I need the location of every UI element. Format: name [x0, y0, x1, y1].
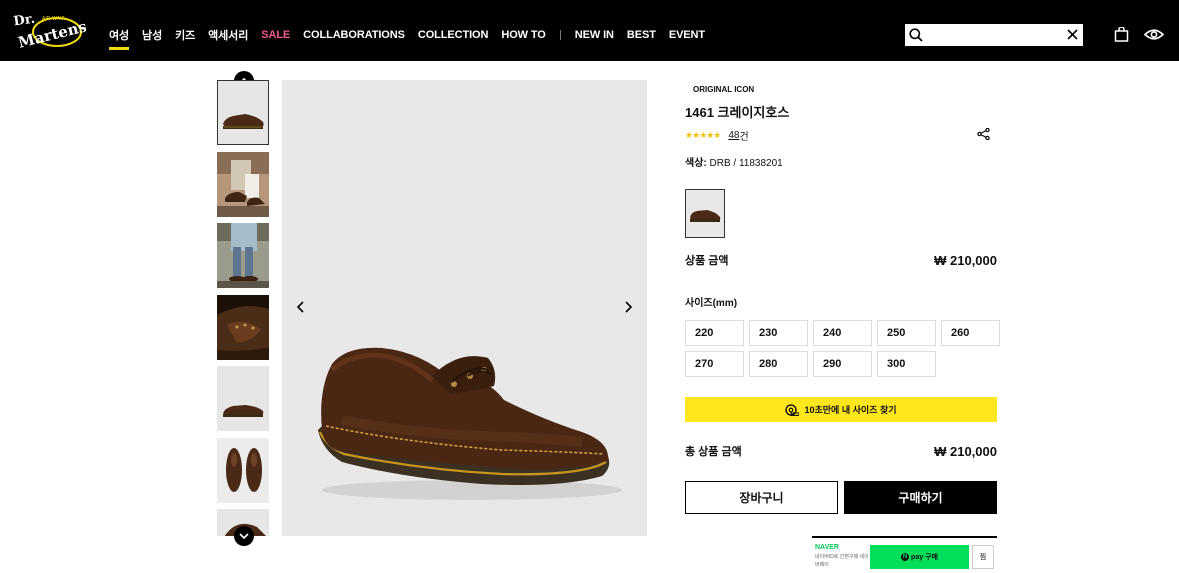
total-price-row: 총 상품 금액 ₩ 210,000 [685, 443, 997, 459]
color-value: DRB / 11838201 [706, 158, 783, 169]
find-size-label: 10초만에 내 사이즈 찾기 [804, 405, 897, 415]
nav-item-accessories[interactable]: 액세서리 [208, 27, 248, 43]
thumbnail-shoe-closeup[interactable] [217, 294, 269, 360]
shoe-image [318, 347, 622, 500]
nav-item-men[interactable]: 남성 [142, 27, 162, 43]
nav-item-kids[interactable]: 키즈 [175, 27, 195, 43]
chevron-down-icon [239, 533, 249, 539]
dr-martens-logo[interactable]: Dr. Martens AIR WAIR [12, 8, 89, 52]
size-option-220[interactable]: 220 [685, 320, 744, 346]
size-option-290[interactable]: 290 [813, 351, 872, 377]
naver-pay-button[interactable]: N pay 구매 [870, 545, 969, 569]
thumbnail-shoe-side-small[interactable] [217, 366, 269, 431]
color-info: 색상: DRB / 11838201 [685, 154, 783, 169]
size-option-300[interactable]: 300 [877, 351, 936, 377]
thumbnail-shoe-top-pair[interactable] [217, 437, 269, 503]
thumbnail-shoe-side[interactable] [217, 80, 269, 145]
naver-pay-description: 네이버ID로 간편구매 네이버페이 [815, 554, 869, 568]
nav-item-women[interactable]: 여성 [109, 27, 129, 50]
thumbnail-lifestyle-sitting[interactable] [217, 151, 269, 217]
close-icon[interactable] [1067, 29, 1078, 40]
product-rating: ★★★★★ 48 건 [685, 128, 749, 143]
thumbnails-down-button[interactable] [234, 526, 254, 546]
naver-pay-label: pay 구매 [911, 554, 938, 561]
nav-item-collaborations[interactable]: COLLABORATIONS [303, 29, 405, 41]
share-icon[interactable] [977, 128, 990, 140]
thumbnail-list [217, 80, 270, 536]
swatch-shoe-image [690, 209, 721, 222]
size-option-250[interactable]: 250 [877, 320, 936, 346]
shopping-bag-icon[interactable] [1114, 27, 1129, 42]
nav-divider [559, 30, 561, 40]
color-swatch-drb[interactable] [685, 189, 725, 238]
search-bar [905, 24, 1083, 46]
next-image-chevron-right-icon[interactable] [623, 300, 633, 314]
add-to-cart-button[interactable]: 장바구니 [685, 481, 838, 514]
nav-item-collection[interactable]: COLLECTION [418, 29, 489, 41]
size-option-270[interactable]: 270 [685, 351, 744, 377]
price-label: 상품 금액 [685, 255, 729, 267]
find-my-size-button[interactable]: 10초만에 내 사이즈 찾기 [685, 397, 997, 422]
wishlist-button[interactable]: 찜 [972, 545, 994, 569]
size-option-260[interactable]: 260 [941, 320, 1000, 346]
review-count-link[interactable]: 48 [728, 130, 739, 141]
eye-icon[interactable] [1144, 27, 1164, 42]
naver-pay-section: NAVER 네이버ID로 간편구매 네이버페이 N pay 구매 찜 [812, 536, 997, 573]
naver-n-icon: N [901, 553, 910, 561]
main-nav: 여성 남성 키즈 액세서리 SALE COLLABORATIONS COLLEC… [109, 24, 718, 50]
search-input[interactable] [929, 26, 1065, 44]
total-price-label: 총 상품 금액 [685, 446, 742, 458]
review-unit: 건 [739, 132, 749, 143]
nav-item-new-in[interactable]: NEW IN [575, 29, 614, 41]
buy-now-button[interactable]: 구매하기 [844, 481, 997, 514]
tape-measure-icon [785, 403, 800, 416]
size-option-280[interactable]: 280 [749, 351, 808, 377]
total-price-value: ₩ 210,000 [934, 443, 997, 459]
nav-item-event[interactable]: EVENT [669, 29, 705, 41]
naver-logo: NAVER [815, 544, 839, 551]
size-option-230[interactable]: 230 [749, 320, 808, 346]
main-product-image [282, 80, 647, 536]
nav-item-how-to[interactable]: HOW TO [501, 29, 546, 41]
svg-text:AIR WAIR: AIR WAIR [42, 16, 66, 22]
rating-stars: ★★★★★ [685, 130, 721, 140]
product-title: 1461 크레이지호스 [685, 105, 790, 120]
prev-image-chevron-left-icon[interactable] [296, 300, 306, 314]
search-icon[interactable] [909, 28, 923, 42]
nav-item-best[interactable]: BEST [627, 29, 656, 41]
size-option-240[interactable]: 240 [813, 320, 872, 346]
product-badge: ORIGINAL ICON [693, 85, 755, 94]
price-row: 상품 금액 ₩ 210,000 [685, 252, 997, 268]
nav-item-sale[interactable]: SALE [261, 29, 290, 41]
site-header: Dr. Martens AIR WAIR 여성 남성 키즈 액세서리 SALE … [0, 0, 1179, 61]
size-options: 220 230 240 250 260 270 280 290 300 [685, 320, 1005, 382]
price-value: ₩ 210,000 [934, 252, 997, 268]
size-label: 사이즈(mm) [685, 298, 738, 309]
color-label: 색상: [685, 158, 707, 169]
thumbnail-lifestyle-standing[interactable] [217, 223, 269, 288]
svg-text:Dr.: Dr. [13, 12, 36, 30]
